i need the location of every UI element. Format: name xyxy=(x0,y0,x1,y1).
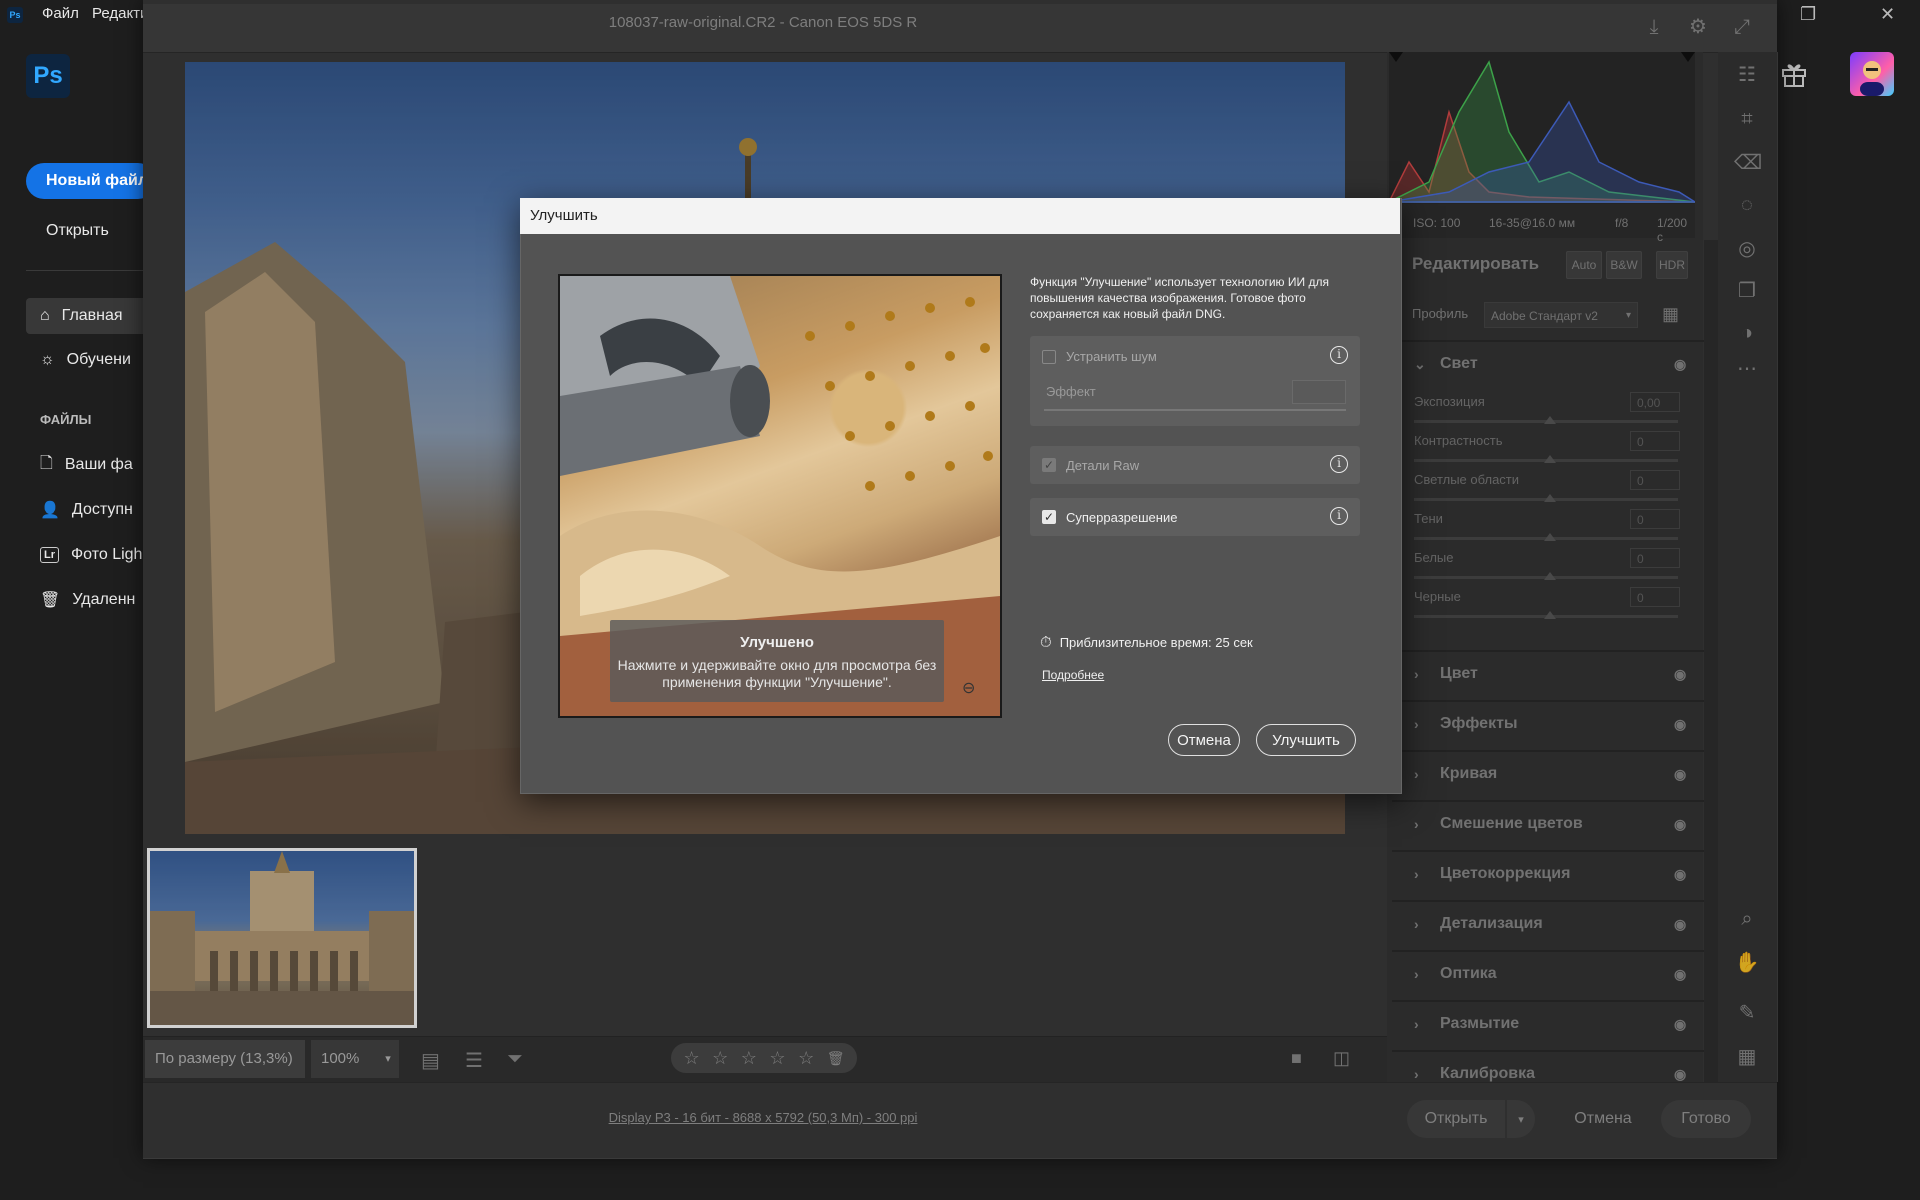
sidebar-item-label: Ваши фа xyxy=(64,456,133,473)
sidebar-item-lightroom-photos[interactable]: Lr Фото Ligh xyxy=(26,537,156,573)
sidebar-item-deleted[interactable]: 🗑 Удаленн xyxy=(26,582,156,618)
info-icon[interactable]: i xyxy=(1330,455,1348,473)
menu-file[interactable]: Файл xyxy=(42,5,79,22)
open-file-button[interactable]: Открыть xyxy=(46,222,109,240)
effect-label: Эффект xyxy=(1046,384,1096,399)
sidebar-item-label: Обучени xyxy=(66,351,131,368)
option-super-resolution[interactable]: ✓ Суперразрешение i xyxy=(1030,498,1360,536)
home-icon: ⌂ xyxy=(40,307,50,324)
enhance-button[interactable]: Улучшить xyxy=(1256,724,1356,756)
option-raw-details: ✓ Детали Raw i xyxy=(1030,446,1360,484)
window-restore-icon[interactable]: ❐ xyxy=(1800,4,1816,25)
trash-icon: 🗑 xyxy=(40,592,61,609)
super-resolution-label: Суперразрешение xyxy=(1066,510,1178,525)
enhance-preview-tooltip: Улучшено Нажмите и удерживайте окно для … xyxy=(610,620,944,702)
sidebar-item-learn[interactable]: ☼ Обучени xyxy=(26,342,156,378)
sidebar-item-label: Главная xyxy=(61,307,123,324)
user-icon: 👤 xyxy=(40,502,60,519)
lightroom-icon: Lr xyxy=(40,547,59,563)
window-close-icon[interactable]: ✕ xyxy=(1880,4,1895,25)
tooltip-title: Улучшено xyxy=(740,634,814,651)
info-icon[interactable]: i xyxy=(1330,346,1348,364)
raw-details-checkbox: ✓ xyxy=(1042,458,1056,472)
sidebar-item-your-files[interactable]: 🗋 Ваши фа xyxy=(26,447,156,483)
info-icon[interactable]: i xyxy=(1330,507,1348,525)
lightbulb-icon: ☼ xyxy=(40,351,55,368)
avatar[interactable] xyxy=(1850,52,1894,96)
effect-slider xyxy=(1044,409,1346,411)
cancel-button[interactable]: Отмена xyxy=(1168,724,1240,756)
estimated-time: ⏱ Приблизительное время: 25 сек xyxy=(1040,634,1253,651)
enhance-description: Функция "Улучшение" использует технологи… xyxy=(1030,275,1329,321)
file-icon: 🗋 xyxy=(40,454,53,472)
zoom-out-icon[interactable]: ⊖ xyxy=(962,678,975,698)
learn-more-link[interactable]: Подробнее xyxy=(1042,668,1104,682)
sidebar-item-home[interactable]: ⌂ Главная xyxy=(26,298,156,334)
sidebar-item-label: Доступн xyxy=(71,501,133,518)
files-section-header: ФАЙЛЫ xyxy=(40,412,92,427)
estimated-time-text: Приблизительное время: 25 сек xyxy=(1059,635,1253,650)
denoise-label: Устранить шум xyxy=(1066,349,1157,364)
stopwatch-icon: ⏱ xyxy=(1040,634,1052,651)
denoise-checkbox[interactable] xyxy=(1042,350,1056,364)
photoshop-app-icon: Ps xyxy=(7,7,23,23)
super-resolution-checkbox[interactable]: ✓ xyxy=(1042,510,1056,524)
photoshop-logo: Ps xyxy=(26,54,70,98)
raw-details-label: Детали Raw xyxy=(1066,458,1140,473)
sidebar-item-label: Удаленн xyxy=(72,591,136,608)
sidebar-item-label: Фото Ligh xyxy=(71,546,143,563)
new-file-button[interactable]: Новый файл xyxy=(26,163,156,199)
gift-icon[interactable] xyxy=(1780,60,1808,88)
menu-edit[interactable]: Редакти xyxy=(92,5,148,22)
sidebar-item-shared[interactable]: 👤 Доступн xyxy=(26,492,156,528)
sidebar-divider xyxy=(26,270,146,271)
effect-value-field xyxy=(1292,380,1346,404)
dialog-title: Улучшить xyxy=(520,198,1400,234)
tooltip-text: Нажмите и удерживайте окно для просмотра… xyxy=(617,657,937,690)
